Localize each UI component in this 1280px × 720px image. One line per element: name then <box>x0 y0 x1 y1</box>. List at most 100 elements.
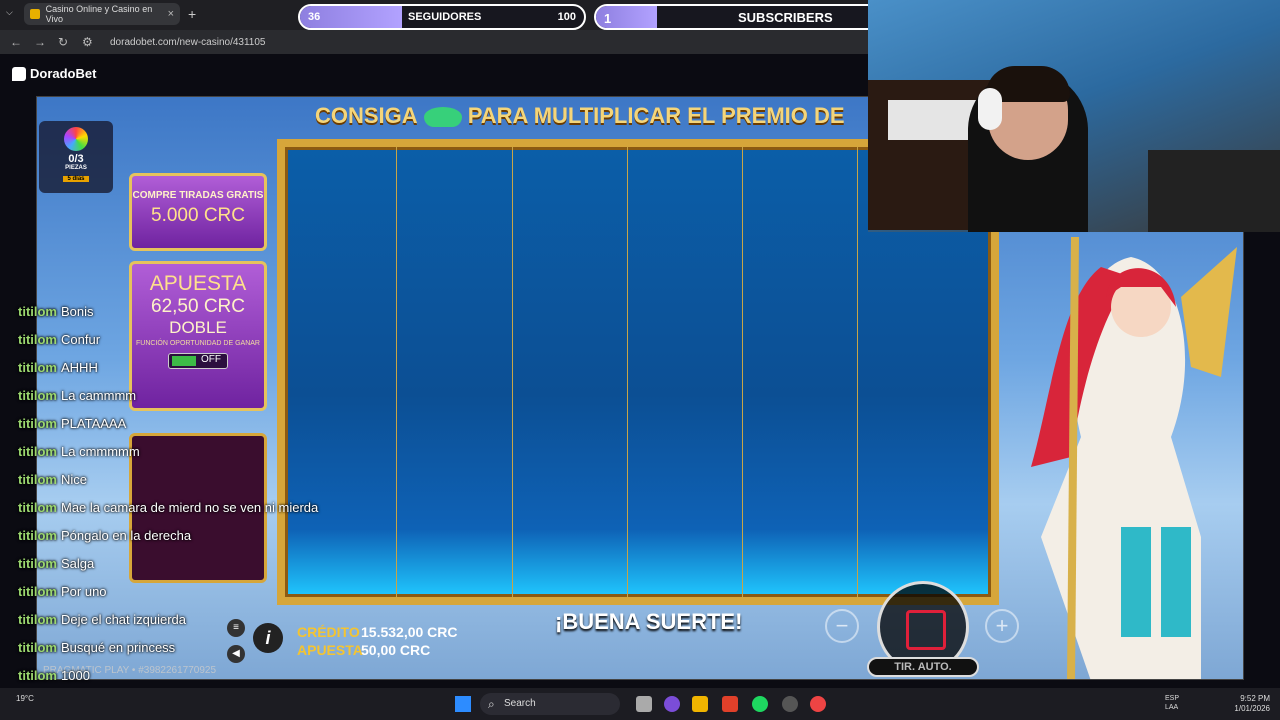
chat-message: titilom Deje el chat izquierda <box>18 612 398 640</box>
lang-layout: LAA <box>1165 704 1179 711</box>
chat-text: Deje el chat izquierda <box>61 612 187 627</box>
character-art <box>1031 237 1237 679</box>
chat-text: AHHH <box>61 360 98 375</box>
good-luck-message: ¡BUENA SUERTE! <box>555 609 743 634</box>
windows-start-icon[interactable] <box>455 696 471 712</box>
spotify-icon[interactable] <box>752 696 768 712</box>
reel-3 <box>513 147 628 597</box>
chat-username: titilom <box>18 388 57 403</box>
tab-title: Casino Online y Casino en Vivo <box>45 4 153 24</box>
chat-text: La cammmm <box>61 388 137 403</box>
chat-username: titilom <box>18 304 57 319</box>
new-tab-icon[interactable]: + <box>188 6 196 22</box>
buy-title: COMPRE TIRADAS GRATIS <box>132 190 264 201</box>
piezas-widget[interactable]: 0/3 PIEZAS 5 días <box>39 121 113 193</box>
chat-username: titilom <box>18 668 57 683</box>
clock-date: 1/01/2026 <box>1234 704 1270 713</box>
site-info-icon[interactable]: ⚙ <box>82 35 96 49</box>
buy-price: 5.000 CRC <box>151 205 245 226</box>
headphones-icon <box>978 88 1002 130</box>
game-headline: CONSIGA PARA MULTIPLICAR EL PREMIO DE <box>315 103 845 129</box>
url-field[interactable]: doradobet.com/new-casino/431105 <box>110 37 265 48</box>
chat-username: titilom <box>18 556 57 571</box>
chat-username: titilom <box>18 584 57 599</box>
buy-free-spins-button[interactable]: COMPRE TIRADAS GRATIS 5.000 CRC <box>129 173 267 251</box>
file-explorer-icon[interactable] <box>692 696 708 712</box>
obs-icon[interactable] <box>782 696 798 712</box>
cam-desk <box>1148 150 1280 232</box>
chat-text: PLATAAAA <box>61 416 127 431</box>
reload-icon[interactable]: ↻ <box>58 35 72 49</box>
reel-4 <box>628 147 743 597</box>
brave-icon[interactable] <box>722 696 738 712</box>
chat-message: titilom Nice <box>18 472 398 500</box>
chat-username: titilom <box>18 528 57 543</box>
chat-message: titilom Póngalo en la derecha <box>18 528 398 556</box>
piezas-label: PIEZAS <box>65 165 87 171</box>
chat-message: titilom AHHH <box>18 360 398 388</box>
stop-icon <box>906 610 946 650</box>
site-logo[interactable]: DoradoBet <box>12 66 96 81</box>
discord-icon[interactable] <box>664 696 680 712</box>
stream-chat: titilom Bonis titilom Confur titilom AHHH titi… <box>18 304 398 696</box>
chat-username: titilom <box>18 500 57 515</box>
chat-message: titilom La cammmm <box>18 388 398 416</box>
chat-username: titilom <box>18 360 57 375</box>
chat-text: Busqué en princess <box>61 640 176 655</box>
piezas-count: 0/3 <box>68 153 84 165</box>
piezas-days: 5 días <box>63 176 89 182</box>
task-view-icon[interactable] <box>636 696 652 712</box>
increase-bet-button[interactable]: + <box>985 609 1019 643</box>
chat-message: titilom Busqué en princess <box>18 640 398 668</box>
followers-goal: 100 <box>557 11 576 23</box>
webcam-overlay <box>868 0 1280 232</box>
bet-title: APUESTA <box>149 272 247 295</box>
forward-icon[interactable]: → <box>34 35 48 49</box>
chat-username: titilom <box>18 640 57 655</box>
reel-5 <box>743 147 858 597</box>
chat-text: La cmmmmm <box>61 444 140 459</box>
subscribers-current: 1 <box>604 11 612 26</box>
chat-text: 1000 <box>61 668 90 683</box>
chat-text: Mae la camara de mierd no se ven ni mier… <box>61 500 319 515</box>
followers-label: SEGUIDORES <box>408 11 482 23</box>
brand-name: DoradoBet <box>30 66 97 81</box>
chat-username: titilom <box>18 444 57 459</box>
headline-right: PARA MULTIPLICAR EL PREMIO DE <box>467 103 845 128</box>
browser-tab[interactable]: Casino Online y Casino en Vivo × <box>24 3 180 25</box>
chat-message: titilom La cmmmmm <box>18 444 398 472</box>
back-icon[interactable]: ← <box>10 35 24 49</box>
chat-text: Confur <box>61 332 101 347</box>
autoplay-button[interactable]: TIR. AUTO. <box>867 657 979 677</box>
chat-text: Nice <box>61 472 88 487</box>
chrome-icon[interactable] <box>810 696 826 712</box>
chat-username: titilom <box>18 472 57 487</box>
followers-current: 36 <box>308 11 321 23</box>
tab-search-icon[interactable]: ⌵ <box>6 7 13 18</box>
headline-left: CONSIGA <box>315 103 418 128</box>
language-indicator[interactable]: ESP LAA <box>1165 694 1179 712</box>
close-tab-icon[interactable]: × <box>168 8 174 20</box>
system-clock[interactable]: 9:52 PM 1/01/2026 <box>1234 694 1270 714</box>
chat-message: titilom Mae la camara de mierd no se ven … <box>18 500 398 528</box>
heart-gem-icon <box>423 107 462 128</box>
chat-text: Salga <box>61 556 95 571</box>
windows-taskbar: Search ESP LAA 9:52 PM1/01/2026 <box>0 688 1280 720</box>
chat-message: titilom PLATAAAA <box>18 416 398 444</box>
chat-text: Póngalo en la derecha <box>61 528 192 543</box>
decrease-bet-button[interactable]: − <box>825 609 859 643</box>
color-wheel-icon <box>64 127 88 151</box>
chat-message: titilom Por uno <box>18 584 398 612</box>
clock-time: 9:52 PM <box>1240 694 1270 703</box>
doradobet-logo-icon <box>12 66 26 81</box>
chat-username: titilom <box>18 416 57 431</box>
chat-username: titilom <box>18 612 57 627</box>
taskbar-search[interactable]: Search <box>480 693 620 715</box>
weather-widget[interactable]: 19°C <box>16 694 34 703</box>
chat-username: titilom <box>18 332 57 347</box>
reel-2 <box>397 147 513 597</box>
subscribers-label: SUBSCRIBERS <box>738 10 833 25</box>
lang-code: ESP <box>1165 695 1180 702</box>
followers-goal-bar: 36 SEGUIDORES 100 <box>298 4 586 30</box>
chat-text: Por uno <box>61 584 107 599</box>
